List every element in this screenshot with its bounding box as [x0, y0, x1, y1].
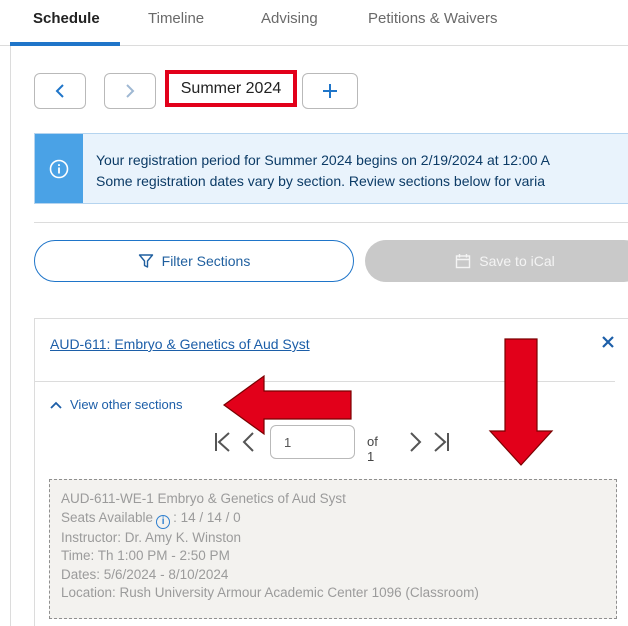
current-term-label: Summer 2024: [165, 70, 297, 107]
seats-available-label: Seats Available: [61, 509, 154, 525]
course-title-link[interactable]: AUD-611: Embryo & Genetics of Aud Syst: [50, 336, 310, 352]
filter-icon: [138, 254, 153, 268]
seats-available-value: : 14 / 14 / 0: [173, 509, 241, 525]
chevron-left-icon: [55, 84, 64, 98]
view-other-sections-label: View other sections: [70, 397, 183, 412]
close-icon[interactable]: [599, 333, 617, 351]
section-details[interactable]: AUD-611-WE-1 Embryo & Genetics of Aud Sy…: [49, 479, 617, 619]
notice-line-1: Your registration period for Summer 2024…: [96, 152, 551, 168]
active-tab-indicator: [10, 42, 120, 46]
section-location: Location: Rush University Armour Academi…: [61, 585, 479, 601]
chevron-up-icon: [50, 401, 62, 409]
tab-petitions-waivers[interactable]: Petitions & Waivers: [368, 10, 498, 27]
chevron-right-icon: [126, 84, 135, 98]
tab-bar: Schedule Timeline Advising Petitions & W…: [0, 0, 628, 46]
previous-term-button[interactable]: [34, 73, 86, 109]
add-term-button[interactable]: [302, 73, 358, 109]
next-term-button[interactable]: [104, 73, 156, 109]
next-page-icon[interactable]: [405, 431, 425, 453]
filter-sections-label: Filter Sections: [161, 253, 251, 269]
info-icon: [49, 159, 69, 178]
filter-sections-button[interactable]: Filter Sections: [34, 240, 354, 282]
section-time: Time: Th 1:00 PM - 2:50 PM: [61, 548, 230, 564]
page-count-label: of 1: [367, 434, 378, 464]
section-name: AUD-611-WE-1 Embryo & Genetics of Aud Sy…: [61, 491, 346, 506]
save-to-ical-label: Save to iCal: [479, 253, 555, 269]
save-to-ical-button[interactable]: Save to iCal: [365, 240, 628, 282]
down-pointing-arrow-annotation: [488, 338, 554, 466]
left-pointing-arrow-annotation: [222, 374, 352, 436]
calendar-icon: [456, 254, 471, 269]
tab-advising[interactable]: Advising: [261, 10, 318, 27]
seats-info-icon[interactable]: i: [156, 514, 171, 529]
plus-icon: [323, 84, 337, 98]
registration-notice: Your registration period for Summer 2024…: [34, 133, 628, 204]
section-dates: Dates: 5/6/2024 - 8/10/2024: [61, 566, 229, 582]
section-instructor: Instructor: Dr. Amy K. Winston: [61, 529, 242, 545]
divider: [34, 222, 628, 223]
info-icon-bar: [35, 134, 83, 203]
last-page-icon[interactable]: [431, 431, 451, 453]
notice-line-2: Some registration dates vary by section.…: [96, 173, 545, 189]
seats-available-row: Seats Available i: 14 / 14 / 0: [61, 509, 606, 529]
notice-text: Your registration period for Summer 2024…: [96, 150, 550, 192]
tab-timeline[interactable]: Timeline: [148, 10, 204, 27]
tab-schedule[interactable]: Schedule: [33, 10, 100, 27]
left-divider: [10, 46, 11, 626]
view-other-sections-toggle[interactable]: View other sections: [50, 397, 183, 412]
